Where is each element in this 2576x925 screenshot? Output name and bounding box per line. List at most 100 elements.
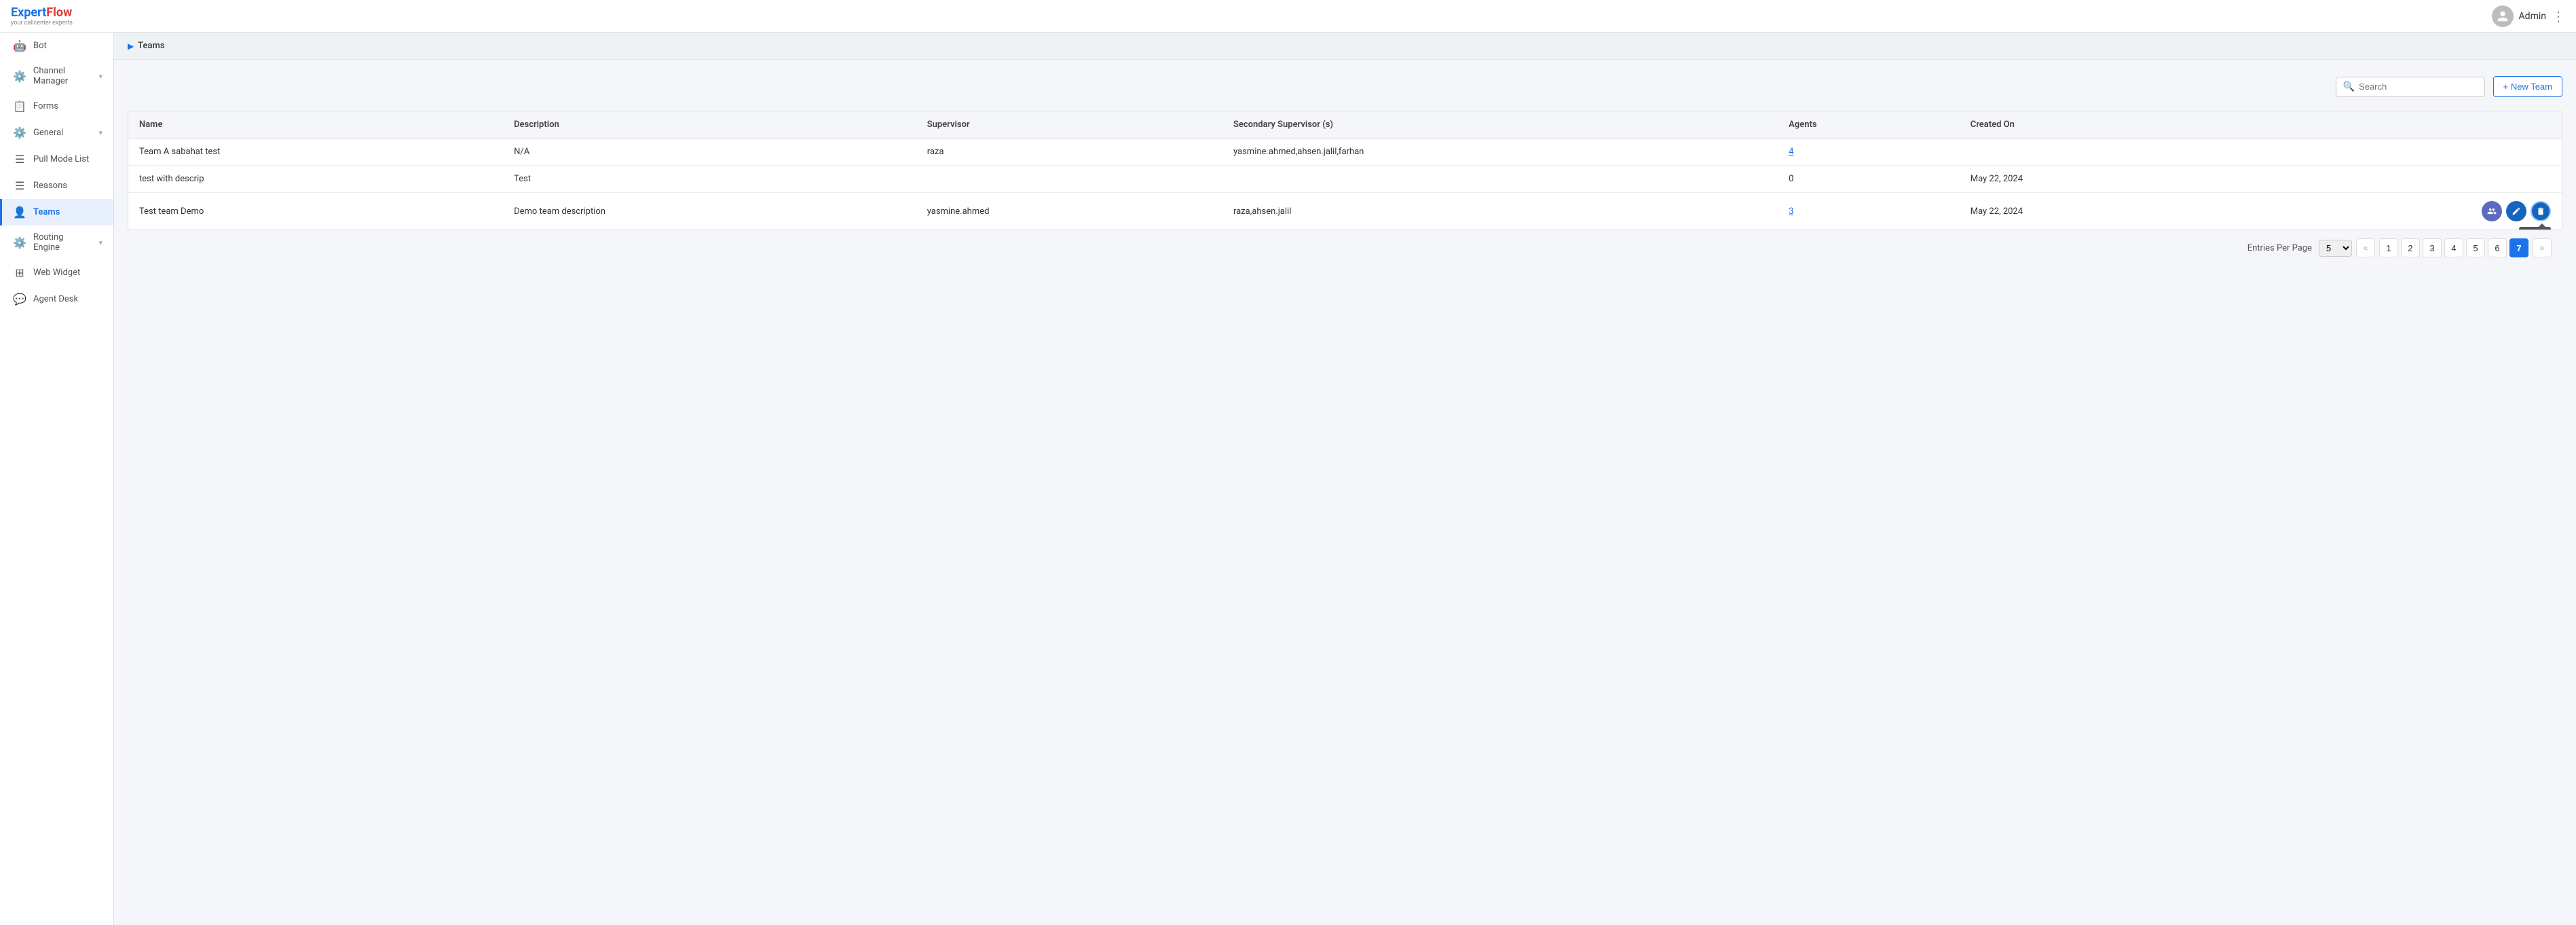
admin-label: Admin	[2519, 11, 2546, 22]
sidebar-item-web-widget[interactable]: ⊞ Web Widget	[0, 259, 113, 286]
cell-secondary-supervisor: raza,ahsen.jalil	[1222, 193, 1778, 230]
logo-sub: your callcenter experts	[11, 20, 73, 26]
header-menu-icon[interactable]: ⋮	[2552, 8, 2565, 24]
general-icon: ⚙️	[13, 126, 26, 139]
sidebar-item-label: Bot	[33, 41, 47, 51]
channel-manager-icon: ⚙️	[13, 70, 26, 83]
entries-per-page-select[interactable]: 5102050	[2319, 240, 2352, 257]
forms-icon: 📋	[13, 100, 26, 113]
edit-button[interactable]	[2506, 201, 2526, 221]
cell-name: Team A sabahat test	[128, 139, 503, 166]
col-description: Description	[503, 111, 916, 139]
breadcrumb-text: Teams	[138, 41, 164, 51]
cell-agents: 0	[1778, 166, 1960, 193]
sidebar-item-label: Forms	[33, 101, 58, 111]
cell-secondary-supervisor: yasmine.ahmed,ahsen.jalil,farhan	[1222, 139, 1778, 166]
agent-desk-icon: 💬	[13, 293, 26, 306]
table-row: Team A sabahat test N/A raza yasmine.ahm…	[128, 139, 2562, 166]
chevron-down-icon: ▾	[98, 72, 102, 81]
sidebar-item-agent-desk[interactable]: 💬 Agent Desk	[0, 286, 113, 312]
new-team-button[interactable]: + New Team	[2493, 76, 2562, 97]
sidebar-item-teams[interactable]: 👤 Teams	[0, 199, 113, 225]
table-row: test with descrip Test 0 May 22, 2024	[128, 166, 2562, 193]
sidebar-item-label: Reasons	[33, 181, 67, 191]
cell-secondary-supervisor	[1222, 166, 1778, 193]
teams-icon: 👤	[13, 206, 26, 219]
agents-value: 0	[1789, 174, 1793, 184]
sidebar-item-channel-manager[interactable]: ⚙️ Channel Manager ▾	[0, 59, 113, 93]
cell-agents: 4	[1778, 139, 1960, 166]
page-content: 🔍 + New Team Name Description Supervisor…	[114, 60, 2576, 282]
layout: 🤖 Bot ⚙️ Channel Manager ▾ 📋 Forms ⚙️ Ge…	[0, 33, 2576, 925]
logo: ExpertFlow your callcenter experts	[11, 5, 73, 26]
page-button-3[interactable]: 3	[2423, 238, 2442, 257]
agents-link[interactable]: 3	[1789, 206, 1793, 217]
col-supervisor: Supervisor	[916, 111, 1222, 139]
search-input[interactable]	[2359, 81, 2478, 92]
web-widget-icon: ⊞	[13, 266, 26, 279]
page-button-1[interactable]: 1	[2379, 238, 2398, 257]
agents-link[interactable]: 4	[1789, 147, 1793, 157]
cell-name: test with descrip	[128, 166, 503, 193]
sidebar-item-general[interactable]: ⚙️ General ▾	[0, 120, 113, 146]
page-button-2[interactable]: 2	[2401, 238, 2420, 257]
cell-supervisor	[916, 166, 1222, 193]
toolbar: 🔍 + New Team	[128, 76, 2562, 97]
page-button-6[interactable]: 6	[2488, 238, 2507, 257]
admin-avatar	[2492, 5, 2514, 27]
breadcrumb: ▶ Teams	[114, 33, 2576, 60]
pagination-next[interactable]: »	[2533, 238, 2552, 257]
bot-icon: 🤖	[13, 39, 26, 52]
reasons-icon: ☰	[13, 179, 26, 192]
col-created-on: Created On	[1960, 111, 2230, 139]
cell-created-on: May 22, 2024	[1960, 193, 2230, 230]
chevron-down-icon: ▾	[98, 238, 102, 247]
sidebar-item-pull-mode-list[interactable]: ☰ Pull Mode List	[0, 146, 113, 173]
delete-button[interactable]	[2531, 201, 2551, 221]
page-button-7[interactable]: 7	[2509, 238, 2528, 257]
cell-name: Test team Demo	[128, 193, 503, 230]
sidebar-item-label: Teams	[33, 207, 60, 217]
col-actions	[2230, 111, 2562, 139]
col-agents: Agents	[1778, 111, 1960, 139]
cell-created-on	[1960, 139, 2230, 166]
cell-created-on: May 22, 2024	[1960, 166, 2230, 193]
members-button[interactable]	[2482, 201, 2502, 221]
page-button-4[interactable]: 4	[2444, 238, 2463, 257]
sidebar-item-label: Web Widget	[33, 268, 80, 278]
sidebar-item-reasons[interactable]: ☰ Reasons	[0, 173, 113, 199]
table-header-row: Name Description Supervisor Secondary Su…	[128, 111, 2562, 139]
app-header: ExpertFlow your callcenter experts Admin…	[0, 0, 2576, 33]
sidebar-item-forms[interactable]: 📋 Forms	[0, 93, 113, 120]
cell-actions	[2230, 139, 2562, 166]
pagination-prev[interactable]: «	[2356, 238, 2375, 257]
sidebar: 🤖 Bot ⚙️ Channel Manager ▾ 📋 Forms ⚙️ Ge…	[0, 33, 114, 925]
page-button-5[interactable]: 5	[2466, 238, 2485, 257]
cell-supervisor: raza	[916, 139, 1222, 166]
cell-description: Test	[503, 166, 916, 193]
col-name: Name	[128, 111, 503, 139]
table-row: Test team Demo Demo team description yas…	[128, 193, 2562, 230]
teams-table: Name Description Supervisor Secondary Su…	[128, 111, 2562, 230]
entries-per-page-label: Entries Per Page	[2247, 243, 2312, 253]
col-secondary-supervisor: Secondary Supervisor (s)	[1222, 111, 1778, 139]
header-right: Admin ⋮	[2492, 5, 2565, 27]
sidebar-item-label: Agent Desk	[33, 294, 78, 304]
pull-mode-list-icon: ☰	[13, 153, 26, 166]
cell-actions	[2230, 166, 2562, 193]
sidebar-item-bot[interactable]: 🤖 Bot	[0, 33, 113, 59]
cell-description: Demo team description	[503, 193, 916, 230]
cell-description: N/A	[503, 139, 916, 166]
sidebar-item-routing-engine[interactable]: ⚙️ Routing Engine ▾	[0, 225, 113, 259]
chevron-down-icon: ▾	[98, 128, 102, 137]
sidebar-item-label: General	[33, 128, 63, 138]
logo-expert: Expert	[11, 5, 46, 20]
cell-agents: 3	[1778, 193, 1960, 230]
logo-text: ExpertFlow your callcenter experts	[11, 5, 73, 26]
routing-engine-icon: ⚙️	[13, 236, 26, 249]
sidebar-item-label: Pull Mode List	[33, 154, 89, 164]
cell-supervisor: yasmine.ahmed	[916, 193, 1222, 230]
search-box: 🔍	[2336, 77, 2485, 97]
main-content: ▶ Teams 🔍 + New Team Name Descri	[114, 33, 2576, 925]
logo-main: ExpertFlow	[11, 5, 73, 20]
